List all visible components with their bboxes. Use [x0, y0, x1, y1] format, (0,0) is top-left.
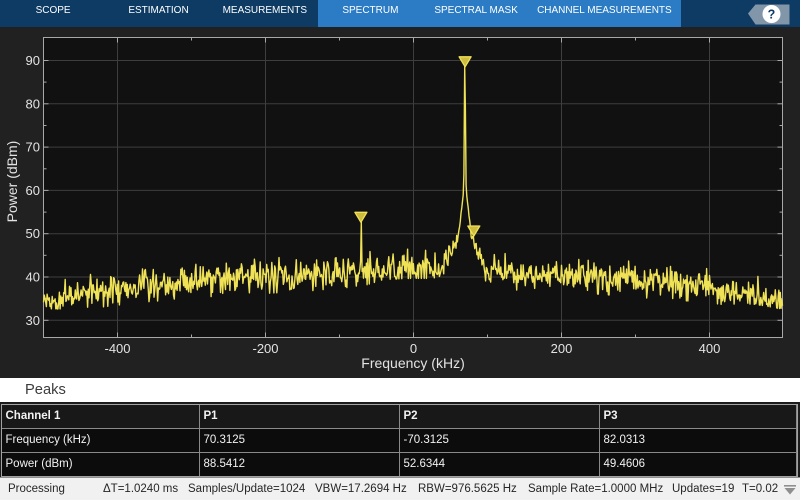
svg-text:70: 70 [26, 140, 40, 155]
svg-text:400: 400 [699, 341, 721, 356]
svg-text:40: 40 [26, 270, 40, 285]
svg-text:-200: -200 [252, 341, 278, 356]
svg-text:Power (dBm): Power (dBm) [4, 141, 20, 223]
svg-text:30: 30 [26, 313, 40, 328]
svg-text:60: 60 [26, 183, 40, 198]
svg-text:90: 90 [26, 53, 40, 68]
svg-text:0: 0 [410, 341, 417, 356]
svg-text:?: ? [768, 8, 776, 22]
svg-text:Frequency (kHz): Frequency (kHz) [361, 355, 464, 371]
svg-text:50: 50 [26, 226, 40, 241]
svg-text:200: 200 [551, 341, 573, 356]
svg-text:80: 80 [26, 96, 40, 111]
svg-text:-400: -400 [104, 341, 130, 356]
